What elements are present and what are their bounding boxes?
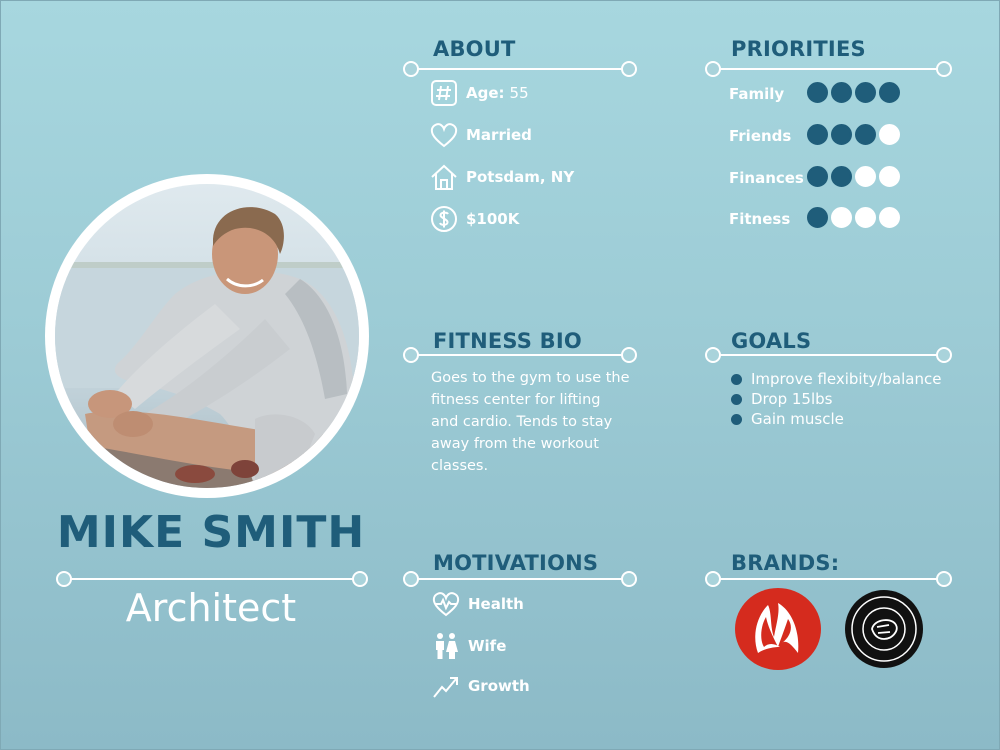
about-heading: ABOUT [433, 37, 516, 61]
gymshark-logo-text: GYMSHARK FITNESS [1, 1, 2, 2]
priority-row: Family [729, 82, 929, 108]
about-location: Potsdam, NY [429, 162, 574, 192]
trending-up-icon [433, 677, 458, 698]
income-text: $100K [466, 210, 520, 228]
gymshark-fitness-logo [845, 590, 923, 668]
motivation-health: Health [431, 589, 524, 619]
fitness-bio-text: Goes to the gym to use the fitness cente… [431, 370, 630, 474]
about-age: Age: 55 [429, 78, 529, 108]
motivation-label: Health [468, 595, 524, 613]
motivation-label: Growth [468, 677, 530, 695]
hashtag-icon [431, 80, 457, 106]
rating-dot-filled [807, 82, 828, 103]
motivation-wife: Wife [431, 631, 506, 661]
couple-icon [436, 633, 458, 659]
heart-icon [430, 123, 458, 148]
priority-label: Family [729, 85, 785, 103]
marital-status: Married [466, 126, 532, 144]
goals-list: Improve flexibity/balance Drop 15lbs Gai… [731, 369, 941, 429]
about-marital: Married [429, 120, 532, 150]
priority-rating [807, 124, 900, 145]
brands-divider [705, 571, 952, 587]
goal-item: Improve flexibity/balance [731, 369, 941, 389]
priority-label: Friends [729, 127, 792, 145]
rating-dot-empty [831, 207, 852, 228]
age-value: 55 [509, 84, 529, 102]
rating-dot-empty [879, 207, 900, 228]
rating-dot-filled [831, 124, 852, 145]
lululemon-logo [735, 588, 821, 670]
rating-dot-filled [855, 124, 876, 145]
rating-dot-filled [831, 82, 852, 103]
rating-dot-filled [879, 82, 900, 103]
rating-dot-empty [879, 124, 900, 145]
fitness-bio-divider [403, 347, 637, 363]
priority-label: Fitness [729, 210, 791, 228]
rating-dot-empty [855, 207, 876, 228]
priority-rating [807, 82, 900, 103]
about-income: $100K [429, 204, 519, 234]
rating-dot-filled [855, 82, 876, 103]
goal-item: Drop 15lbs [731, 389, 941, 409]
motivation-label: Wife [468, 637, 507, 655]
profile-photo-illustration [55, 184, 359, 488]
profile-photo [55, 184, 359, 488]
house-icon [431, 164, 457, 190]
profile-photo-frame [45, 174, 369, 498]
priority-label: Finances [729, 169, 804, 187]
persona-card: MIKE SMITH Architect ABOUT Age: 55 Marri… [0, 0, 1000, 750]
priority-row: Finances [729, 166, 929, 192]
rating-dot-filled [807, 166, 828, 187]
motivation-growth: Growth [431, 671, 530, 701]
persona-name: MIKE SMITH [56, 507, 366, 558]
heart-pulse-icon [432, 592, 460, 617]
priority-rating [807, 166, 900, 187]
persona-role: Architect [125, 586, 297, 630]
priority-row: Fitness [729, 207, 929, 233]
age-label: Age: [466, 84, 505, 102]
name-divider [56, 571, 368, 587]
rating-dot-filled [831, 166, 852, 187]
about-divider [403, 61, 637, 77]
priorities-heading: PRIORITIES [731, 37, 866, 61]
location-text: Potsdam, NY [466, 168, 575, 186]
rating-dot-filled [807, 124, 828, 145]
goals-divider [705, 347, 952, 363]
priority-rating [807, 207, 900, 228]
goal-item: Gain muscle [731, 409, 941, 429]
rating-dot-empty [879, 166, 900, 187]
dollar-coin-icon [431, 206, 457, 232]
priority-row: Friends [729, 124, 929, 150]
rating-dot-filled [807, 207, 828, 228]
rating-dot-empty [855, 166, 876, 187]
motivations-divider [403, 571, 637, 587]
priorities-divider [705, 61, 952, 77]
